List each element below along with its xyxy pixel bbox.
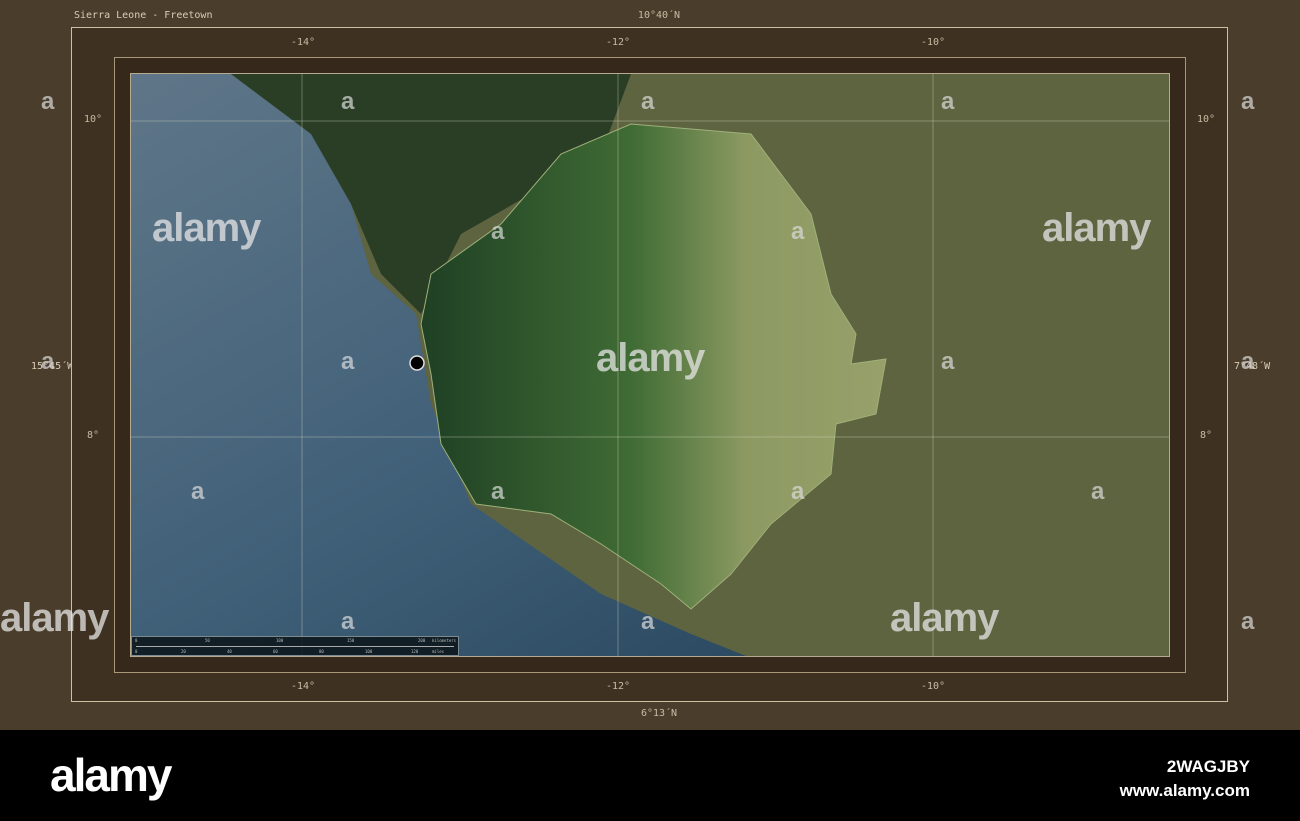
lon-tick-bottom: -14°: [290, 681, 316, 692]
km-label: kilometers: [432, 638, 457, 643]
freetown-marker[interactable]: [409, 355, 425, 371]
lon-tick-top: -10°: [920, 37, 946, 48]
lon-tick-top: -12°: [605, 37, 631, 48]
watermark: a: [641, 88, 655, 115]
watermark: a: [1241, 608, 1255, 635]
watermark: a: [641, 608, 655, 635]
lat-tick-right: 10°: [1196, 114, 1216, 125]
lon-tick-bottom: -10°: [920, 681, 946, 692]
km-tick: 50: [205, 638, 210, 643]
footer-url[interactable]: www.alamy.com: [1120, 779, 1250, 803]
south-bound-label: 6°13´N: [640, 708, 678, 719]
watermark: alamy: [596, 336, 705, 380]
mi-tick: 0: [135, 649, 138, 654]
lat-tick-left: 8°: [86, 430, 100, 441]
watermark: alamy: [0, 596, 109, 640]
watermark: alamy: [152, 206, 261, 250]
map-title: Sierra Leone - Freetown: [74, 10, 213, 21]
mi-tick: 60: [273, 649, 278, 654]
mi-tick: 120: [411, 649, 419, 654]
watermark: a: [41, 88, 55, 115]
watermark: alamy: [1042, 206, 1151, 250]
watermark: a: [941, 88, 955, 115]
mi-tick: 20: [181, 649, 186, 654]
km-tick: 0: [135, 638, 138, 643]
watermark: a: [341, 88, 355, 115]
watermark: a: [491, 218, 505, 245]
watermark: alamy: [890, 596, 999, 640]
footer-brand-logo: alamy: [50, 749, 172, 801]
watermark: a: [1091, 478, 1105, 505]
lat-tick-left: 10°: [83, 114, 103, 125]
watermark: a: [341, 348, 355, 375]
scale-bar: 0 50 100 150 200 kilometers 0 20 40 60 8…: [131, 636, 459, 656]
lon-tick-bottom: -12°: [605, 681, 631, 692]
watermark: a: [1241, 88, 1255, 115]
lat-tick-right: 8°: [1199, 430, 1213, 441]
watermark: a: [791, 218, 805, 245]
watermark: a: [41, 348, 55, 375]
image-id: 2WAGJBY: [1166, 757, 1250, 776]
watermark: a: [941, 348, 955, 375]
watermark: a: [791, 478, 805, 505]
watermark: a: [341, 608, 355, 635]
mi-label: miles: [432, 649, 445, 654]
km-tick: 150: [347, 638, 355, 643]
footer-bar: [0, 730, 1300, 821]
north-bound-label: 10°40´N: [637, 10, 681, 21]
mi-tick: 80: [319, 649, 324, 654]
watermark: a: [1241, 348, 1255, 375]
mi-tick: 40: [227, 649, 232, 654]
watermark: a: [191, 478, 205, 505]
watermark: a: [491, 478, 505, 505]
footer-info: 2WAGJBY www.alamy.com: [1120, 755, 1250, 803]
km-tick: 100: [276, 638, 284, 643]
lon-tick-top: -14°: [290, 37, 316, 48]
km-tick: 200: [418, 638, 426, 643]
mi-tick: 100: [365, 649, 373, 654]
